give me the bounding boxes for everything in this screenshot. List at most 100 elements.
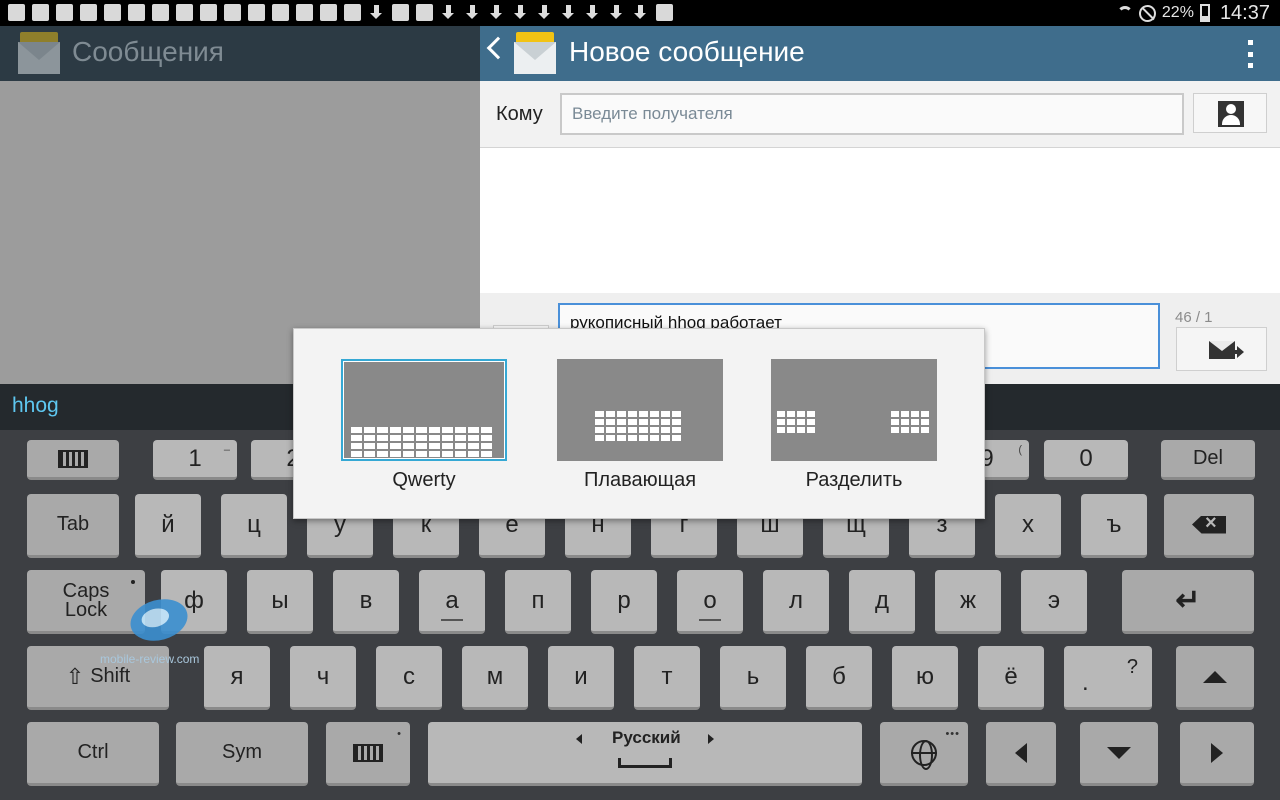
mini-key [777, 411, 785, 417]
punctuation-key[interactable]: ? . [1064, 646, 1152, 710]
mini-key [403, 435, 414, 441]
language-key[interactable]: ••• [880, 722, 968, 786]
punct-bottom-label: . [1082, 669, 1089, 696]
key-letter[interactable]: ё [978, 646, 1044, 710]
wifi-icon [1116, 6, 1133, 20]
mini-key [797, 419, 805, 425]
mini-key [628, 435, 637, 441]
key-letter[interactable]: с [376, 646, 442, 710]
key-letter[interactable]: о [677, 570, 743, 634]
key-letter[interactable]: ю [892, 646, 958, 710]
key-letter[interactable]: а [419, 570, 485, 634]
key-letter[interactable]: б [806, 646, 872, 710]
screen: 22% 14:37 Сообщения Новое сообщение Кому… [0, 0, 1280, 800]
sym-key[interactable]: Sym [176, 722, 308, 786]
mini-key [416, 451, 427, 457]
mini-key [650, 427, 659, 433]
ctrl-key[interactable]: Ctrl [27, 722, 159, 786]
key-letter[interactable]: м [462, 646, 528, 710]
key-letter[interactable]: п [505, 570, 571, 634]
keyboard-hide-key[interactable] [27, 440, 119, 480]
space-key[interactable]: Русский [428, 722, 862, 786]
mini-key [403, 443, 414, 449]
enter-key[interactable]: ↵ [1122, 570, 1254, 634]
key-letter[interactable]: и [548, 646, 614, 710]
contacts-button[interactable] [1193, 93, 1267, 133]
clock: 14:37 [1219, 1, 1270, 24]
enter-icon: ↵ [1175, 584, 1201, 617]
key-letter[interactable]: ы [247, 570, 313, 634]
mini-key [891, 419, 899, 425]
key-letter[interactable]: л [763, 570, 829, 634]
shopping-bag-icon [320, 4, 337, 21]
mini-key [672, 411, 681, 417]
back-icon[interactable] [486, 36, 510, 60]
key-letter[interactable]: ж [935, 570, 1001, 634]
floating-layout-icon [557, 359, 723, 461]
mini-key [617, 427, 626, 433]
mini-key [639, 427, 648, 433]
recipient-input[interactable]: Введите получателя [560, 93, 1184, 135]
mini-key [617, 435, 626, 441]
mini-key [911, 419, 919, 425]
mini-key [351, 435, 362, 441]
cursor-down-key[interactable] [1080, 722, 1158, 786]
backspace-icon [1192, 515, 1226, 534]
suggestion-word[interactable]: hhog [12, 394, 59, 418]
mini-key [377, 451, 388, 457]
mini-key [455, 443, 466, 449]
layout-option-label: Разделить [805, 469, 903, 491]
key-letter[interactable]: э [1021, 570, 1087, 634]
arrow-right-icon [1211, 742, 1223, 763]
key-sub-label: ( [1018, 444, 1022, 456]
contact-icon [1218, 101, 1244, 127]
mini-key [481, 427, 492, 433]
mini-key [416, 435, 427, 441]
layout-option-qwerty[interactable]: Qwerty [341, 359, 507, 499]
key-letter[interactable]: ъ [1081, 494, 1147, 558]
mini-key [650, 411, 659, 417]
mini-key [455, 427, 466, 433]
key-letter[interactable]: д [849, 570, 915, 634]
key-letter[interactable]: ц [221, 494, 287, 558]
tab-key[interactable]: Tab [27, 494, 119, 558]
keyboard-icon [32, 4, 49, 21]
overflow-menu-icon[interactable] [1248, 40, 1254, 68]
key-0[interactable]: 0 [1044, 440, 1128, 480]
backspace-key[interactable] [1164, 494, 1254, 558]
send-button[interactable] [1176, 327, 1267, 371]
mini-key [661, 427, 670, 433]
chat-icon [224, 4, 241, 21]
mini-key [921, 411, 929, 417]
delete-key[interactable]: Del [1161, 440, 1255, 480]
mini-key [628, 411, 637, 417]
key-letter[interactable]: т [634, 646, 700, 710]
gallery-icon [80, 4, 97, 21]
cursor-left-key[interactable] [986, 722, 1056, 786]
shift-icon: ⇧ [65, 663, 85, 689]
key-letter[interactable]: х [995, 494, 1061, 558]
mini-key [891, 411, 899, 417]
battery-icon [1199, 4, 1210, 22]
key-letter[interactable]: р [591, 570, 657, 634]
key-letter[interactable]: й [135, 494, 201, 558]
layout-option-split[interactable]: Разделить [771, 359, 937, 499]
mini-key [672, 427, 681, 433]
cursor-up-key[interactable] [1176, 646, 1254, 710]
key-letter[interactable]: ь [720, 646, 786, 710]
mini-key [628, 427, 637, 433]
status-bar: 22% 14:37 [0, 0, 1280, 26]
mini-key [797, 411, 805, 417]
layout-option-floating[interactable]: Плавающая [557, 359, 723, 499]
mini-key [787, 411, 795, 417]
key-letter[interactable]: я [204, 646, 270, 710]
mini-key [661, 419, 670, 425]
key-letter[interactable]: ч [290, 646, 356, 710]
key-letter[interactable]: в [333, 570, 399, 634]
mini-key [807, 411, 815, 417]
cursor-right-key[interactable] [1180, 722, 1254, 786]
key-1[interactable]: 1– [153, 440, 237, 480]
mini-key [911, 427, 919, 433]
input-mode-key[interactable]: • [326, 722, 410, 786]
mini-key [672, 419, 681, 425]
